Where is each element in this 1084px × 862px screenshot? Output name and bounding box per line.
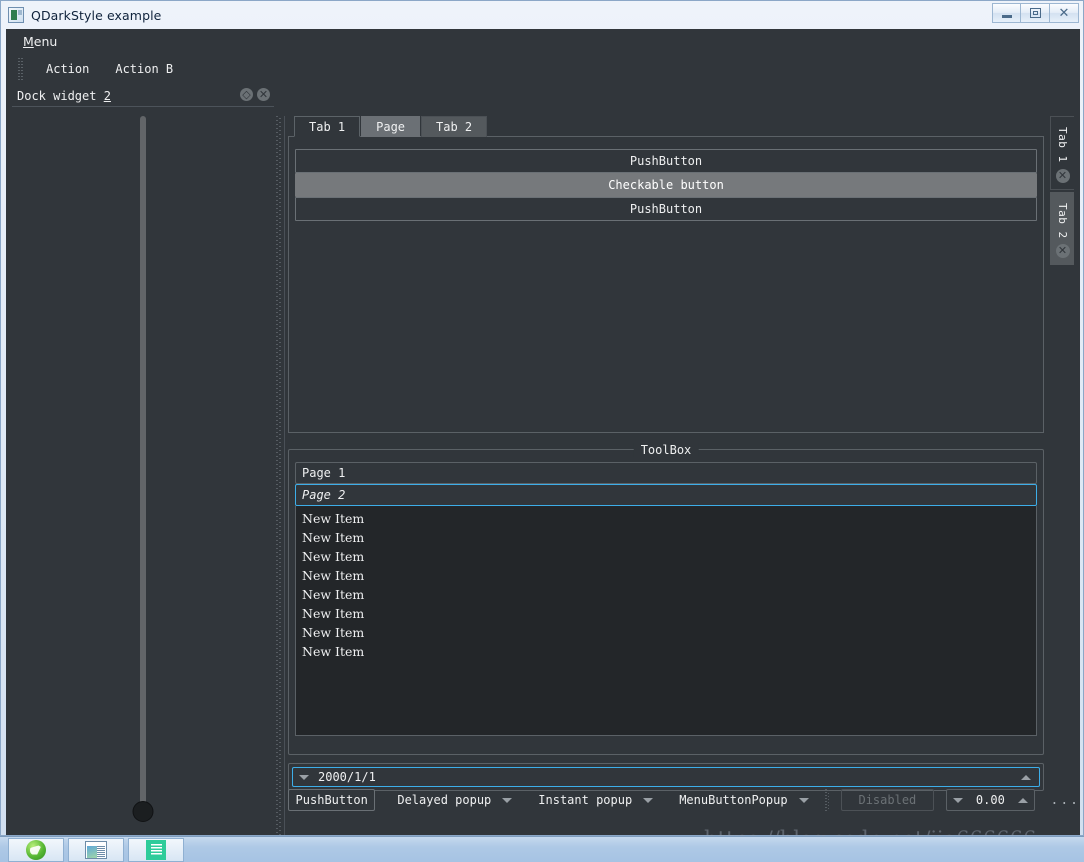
menubar-item-menu[interactable]: Menu (19, 32, 61, 51)
toolbox-page-1[interactable]: Page 1 (295, 462, 1037, 484)
close-icon[interactable]: ✕ (1055, 168, 1070, 183)
window-title: QDarkStyle example (31, 7, 162, 23)
vertical-tabbar: Tab 1 ✕ Tab 2 ✕ (1050, 116, 1074, 267)
drag-handle-icon[interactable] (17, 58, 24, 80)
dock-widget-2: Dock widget 2 ◇ ✕ Dock widget 1 Dock wid… (12, 88, 274, 835)
toolbox-legend: ToolBox (633, 443, 699, 457)
chevron-down-icon (643, 797, 654, 803)
central-widget: Tab 1 Page Tab 2 PushButton Checkable bu… (288, 116, 1044, 831)
browser-icon (26, 839, 46, 860)
tab-widget: Tab 1 Page Tab 2 PushButton Checkable bu… (288, 116, 1044, 433)
application-canvas: Menu Action Action B Dock widget 2 ◇ ✕ T… (6, 29, 1080, 835)
dock-separator-handle[interactable] (276, 116, 282, 835)
taskbar-browser-button[interactable] (8, 837, 64, 862)
toolbox-page-2[interactable]: Page 2 (295, 484, 1037, 506)
tabbar: Tab 1 Page Tab 2 (288, 116, 1044, 137)
tab-tab-2[interactable]: Tab 2 (421, 116, 488, 137)
list-item[interactable]: New Item (296, 566, 1036, 585)
list-item[interactable]: New Item (296, 509, 1036, 528)
vertical-slider[interactable] (131, 116, 155, 822)
window-titlebar[interactable]: QDarkStyle example ✕ (1, 1, 1083, 29)
vertical-tab-1[interactable]: Tab 1 ✕ (1050, 116, 1074, 190)
app-icon (8, 7, 24, 23)
tab-tab-1[interactable]: Tab 1 (294, 116, 361, 137)
menubuttonpopup-button[interactable]: MenuButtonPopup (675, 790, 812, 810)
list-item[interactable]: New Item (296, 604, 1036, 623)
toolbar-separator (824, 789, 829, 811)
instant-popup-label: Instant popup (538, 793, 633, 807)
dock-title-buttons: ◇ ✕ (240, 88, 270, 101)
list-item[interactable]: New Item (296, 528, 1036, 547)
delayed-popup-label: Delayed popup (397, 793, 492, 807)
main-toolbar: Action Action B (6, 53, 1080, 85)
close-icon: ✕ (1058, 5, 1070, 21)
list-item[interactable]: New Item (296, 547, 1036, 566)
dock-content (12, 116, 274, 835)
close-button[interactable]: ✕ (1050, 3, 1079, 23)
disabled-button: Disabled (840, 789, 935, 811)
dock-title-label: Dock widget 2 (17, 88, 111, 103)
main-body: Dock widget 2 ◇ ✕ Dock widget 1 Dock wid… (6, 85, 1080, 835)
chevron-up-icon[interactable] (1021, 775, 1031, 780)
instant-popup-button[interactable]: Instant popup (534, 790, 657, 810)
chevron-down-icon[interactable] (299, 774, 309, 780)
minimize-button[interactable] (992, 3, 1021, 23)
pane-spacer (295, 221, 1037, 424)
vertical-tab-label: Tab 1 (1056, 127, 1069, 163)
bottom-pushbutton[interactable]: PushButton (288, 789, 376, 811)
chevron-up-icon[interactable] (1017, 797, 1028, 803)
taskbar-document-button[interactable] (128, 837, 184, 862)
bottom-toolbar: PushButton Delayed popup Instant popup M… (282, 783, 1080, 817)
pushbutton-bottom[interactable]: PushButton (295, 197, 1037, 221)
menubuttonpopup-label: MenuButtonPopup (679, 793, 788, 807)
close-icon[interactable]: ✕ (257, 88, 270, 101)
tab-page[interactable]: Page (361, 116, 421, 137)
maximize-button[interactable] (1021, 3, 1050, 23)
spinbox-value: 0.00 (975, 793, 1005, 807)
maximize-icon (1029, 8, 1041, 18)
checkable-button[interactable]: Checkable button (295, 173, 1037, 197)
os-taskbar (0, 836, 1084, 862)
toolbar-extension-button[interactable]: ... (1051, 793, 1080, 808)
date-value: 2000/1/1 (318, 770, 376, 784)
vertical-tab-label: Tab 2 (1056, 202, 1069, 239)
toolbox-groupbox: ToolBox Page 1 Page 2 New Item New Item … (288, 443, 1044, 755)
document-icon (146, 839, 166, 860)
chevron-down-icon[interactable] (953, 797, 964, 803)
delayed-popup-button[interactable]: Delayed popup (393, 790, 516, 810)
dock-titlebar[interactable]: Dock widget 2 ◇ ✕ (12, 85, 274, 107)
double-spinbox[interactable]: 0.00 (946, 789, 1035, 811)
slider-handle[interactable] (132, 801, 154, 822)
chevron-down-icon (502, 797, 513, 803)
minimize-icon (1001, 14, 1012, 18)
close-icon[interactable]: ✕ (1055, 244, 1070, 259)
chevron-down-icon (798, 797, 809, 803)
list-item[interactable]: New Item (296, 623, 1036, 642)
list-item[interactable]: New Item (296, 642, 1036, 661)
toolbox-list[interactable]: New Item New Item New Item New Item New … (295, 506, 1037, 736)
toolbar-action-a[interactable]: Action (36, 59, 99, 79)
taskbar-window-button[interactable] (68, 837, 124, 862)
window-controls: ✕ (992, 3, 1079, 23)
window-icon (85, 840, 107, 859)
menubar: Menu (6, 29, 1080, 53)
splitter-line[interactable] (284, 116, 285, 835)
slider-groove (140, 116, 146, 816)
list-item[interactable]: New Item (296, 585, 1036, 604)
tab-pane: PushButton Checkable button PushButton (288, 136, 1044, 433)
toolbar-action-b[interactable]: Action B (105, 59, 183, 79)
os-window: QDarkStyle example ✕ Menu Action Action … (0, 0, 1084, 851)
pushbutton-top[interactable]: PushButton (295, 149, 1037, 173)
vertical-tab-2[interactable]: Tab 2 ✕ (1050, 191, 1074, 266)
float-icon[interactable]: ◇ (240, 88, 253, 101)
